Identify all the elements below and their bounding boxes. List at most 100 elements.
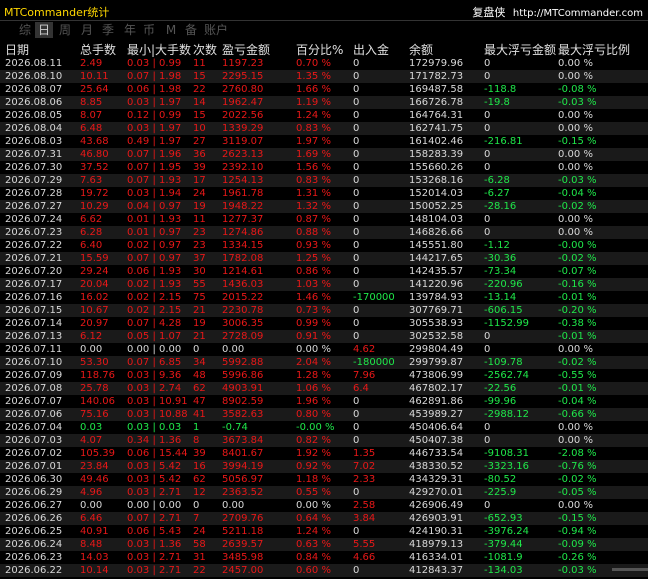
cell-pl: 3673.84	[222, 435, 264, 446]
tab-3[interactable]: 周	[56, 22, 74, 38]
cell-count: 8	[193, 435, 200, 446]
table-row[interactable]: 2026.07.02 105.39 0.06 | 15.44 39 8401.67 1.9…	[0, 447, 648, 460]
table-row[interactable]: 2026.06.22 10.14 0.03 | 2.71 22 2457.00 0.60 …	[0, 564, 648, 577]
cell-pl: 8401.67	[222, 448, 264, 459]
table-row[interactable]: 2026.07.30 37.52 0.07 | 1.95 39 2392.10 1.56 …	[0, 161, 648, 174]
table-row[interactable]: 2026.07.04 0.03 0.03 | 0.03 1 -0.74 -0.00 % 0 4…	[0, 421, 648, 434]
tab-2[interactable]: 日	[35, 22, 53, 38]
table-row[interactable]: 2026.07.15 10.67 0.02 | 2.15 21 2230.78 0.73 …	[0, 304, 648, 317]
cell-date: 2026.07.03	[5, 435, 63, 446]
column-header-10[interactable]: 最大浮亏比例	[558, 41, 630, 58]
cell-pl: 5992.88	[222, 357, 264, 368]
tab-4[interactable]: 月	[78, 22, 96, 38]
cell-pct: 0.91 %	[296, 331, 331, 342]
table-row[interactable]: 2026.08.05 8.07 0.12 | 0.99 15 2022.56 1.24 %…	[0, 109, 648, 122]
cell-minmax: 0.12 | 0.99	[127, 110, 182, 121]
column-header-4[interactable]: 次数	[193, 41, 217, 58]
cell-pct: 0.84 %	[296, 552, 331, 563]
cell-pl: 2295.15	[222, 71, 264, 82]
cell-minmax: 0.07 | 2.71	[127, 513, 182, 524]
cell-minmax: 0.49 | 1.97	[127, 136, 182, 147]
tab-10[interactable]: 账户	[203, 22, 229, 38]
cell-date: 2026.06.26	[5, 513, 63, 524]
tab-6[interactable]: 年	[121, 22, 139, 38]
cell-date: 2026.07.24	[5, 214, 63, 225]
cell-mfe: -99.96	[484, 396, 517, 407]
tab-1[interactable]: 综	[16, 22, 34, 38]
site-link[interactable]: http://MTCommander.com	[513, 8, 643, 19]
table-row[interactable]: 2026.08.07 25.64 0.06 | 1.98 22 2760.80 1.66 …	[0, 83, 648, 96]
cell-mfe: -652.93	[484, 513, 523, 524]
table-row[interactable]: 2026.07.09 118.76 0.03 | 9.36 48 5996.86 1.28…	[0, 369, 648, 382]
table-row[interactable]: 2026.08.04 6.48 0.03 | 1.97 10 1339.29 0.83 %…	[0, 122, 648, 135]
cell-date: 2026.07.17	[5, 279, 63, 290]
cell-count: 48	[193, 370, 206, 381]
cell-mfr: 0.00 %	[558, 110, 593, 121]
table-row[interactable]: 2026.07.31 46.80 0.07 | 1.96 36 2623.13 1.69 …	[0, 148, 648, 161]
tab-9[interactable]: 备	[182, 22, 200, 38]
column-header-5[interactable]: 盈亏金额	[222, 41, 270, 58]
table-row[interactable]: 2026.06.26 6.46 0.07 | 2.71 7 2709.76 0.64 % 3…	[0, 512, 648, 525]
cell-lots: 4.07	[80, 435, 103, 446]
cell-pct: 1.97 %	[296, 136, 331, 147]
cell-count: 23	[193, 240, 206, 251]
cell-count: 1	[193, 422, 200, 433]
cell-pct: 1.03 %	[296, 279, 331, 290]
table-row[interactable]: 2026.08.10 10.11 0.07 | 1.98 15 2295.15 1.35 …	[0, 70, 648, 83]
tab-8[interactable]: M	[162, 22, 180, 38]
cell-lots: 6.62	[80, 214, 103, 225]
table-row[interactable]: 2026.06.30 49.46 0.03 | 5.42 62 5056.97 1.18 …	[0, 473, 648, 486]
table-row[interactable]: 2026.07.29 7.63 0.07 | 1.93 17 1254.13 0.83 %…	[0, 174, 648, 187]
table-row[interactable]: 2026.07.03 4.07 0.34 | 1.36 8 3673.84 0.82 % 0…	[0, 434, 648, 447]
cell-pct: 0.00 %	[296, 344, 331, 355]
table-row[interactable]: 2026.08.11 2.49 0.03 | 0.99 11 1197.23 0.70 %…	[0, 57, 648, 70]
table-row[interactable]: 2026.07.01 23.84 0.03 | 5.42 16 3994.19 0.92 …	[0, 460, 648, 473]
tab-7[interactable]: 币	[140, 22, 158, 38]
table-row[interactable]: 2026.06.24 8.48 0.03 | 1.36 58 2639.57 0.63 %…	[0, 538, 648, 551]
table-row[interactable]: 2026.07.20 29.24 0.06 | 1.93 30 1214.61 0.86 …	[0, 265, 648, 278]
column-header-7[interactable]: 出入金	[353, 41, 389, 58]
tab-5[interactable]: 季	[99, 22, 117, 38]
cell-count: 21	[193, 331, 206, 342]
table-row[interactable]: 2026.07.16 16.02 0.02 | 2.15 75 2015.22 1.46 …	[0, 291, 648, 304]
table-row[interactable]: 2026.08.03 43.68 0.49 | 1.97 27 3119.07 1.97 …	[0, 135, 648, 148]
cell-lots: 7.63	[80, 175, 103, 186]
column-header-6[interactable]: 百分比%	[296, 41, 343, 58]
table-row[interactable]: 2026.07.14 20.97 0.07 | 4.28 19 3006.35 0.99 …	[0, 317, 648, 330]
cell-pct: 0.92 %	[296, 461, 331, 472]
cell-pct: 0.87 %	[296, 214, 331, 225]
scrollbar-thumb[interactable]	[612, 568, 648, 571]
table-row[interactable]: 2026.06.23 14.03 0.03 | 2.71 31 3485.98 0.84 …	[0, 551, 648, 564]
table-row[interactable]: 2026.07.10 53.30 0.07 | 6.85 34 5992.88 2.04 …	[0, 356, 648, 369]
table-row[interactable]: 2026.07.07 140.06 0.03 | 10.91 47 8902.59 1.9…	[0, 395, 648, 408]
cell-mfe: 0	[484, 214, 491, 225]
cell-pl: 2728.09	[222, 331, 264, 342]
sync-label[interactable]: 复盘侠	[472, 6, 505, 19]
column-header-8[interactable]: 余额	[409, 41, 433, 58]
cell-mfe: -225.9	[484, 487, 517, 498]
table-row[interactable]: 2026.07.24 6.62 0.01 | 1.93 11 1277.37 0.87 %…	[0, 213, 648, 226]
table-row[interactable]: 2026.07.06 75.16 0.03 | 10.88 41 3582.63 0.80…	[0, 408, 648, 421]
table-row[interactable]: 2026.07.22 6.40 0.02 | 0.97 23 1334.15 0.93 %…	[0, 239, 648, 252]
cell-minmax: 0.03 | 2.74	[127, 383, 182, 394]
table-row[interactable]: 2026.08.06 8.85 0.03 | 1.97 14 1962.47 1.19 %…	[0, 96, 648, 109]
table-row[interactable]: 2026.07.27 10.29 0.04 | 0.97 19 1948.22 1.32 …	[0, 200, 648, 213]
column-header-9[interactable]: 最大浮亏金额	[484, 41, 556, 58]
table-row[interactable]: 2026.07.13 6.12 0.05 | 1.07 21 2728.09 0.91 %…	[0, 330, 648, 343]
column-header-3[interactable]: 最小|大手数	[127, 41, 191, 58]
table-row[interactable]: 2026.07.23 6.28 0.01 | 0.97 23 1274.86 0.88 %…	[0, 226, 648, 239]
column-header-1[interactable]: 日期	[5, 41, 29, 58]
cell-lots: 20.04	[80, 279, 109, 290]
table-row[interactable]: 2026.06.25 40.91 0.06 | 5.43 24 5211.18 1.24 …	[0, 525, 648, 538]
column-header-2[interactable]: 总手数	[80, 41, 116, 58]
table-row[interactable]: 2026.07.28 19.72 0.03 | 1.94 24 1961.78 1.31 …	[0, 187, 648, 200]
table-row[interactable]: 2026.06.29 4.96 0.03 | 2.71 12 2363.52 0.55 %…	[0, 486, 648, 499]
cell-pct: 0.83 %	[296, 175, 331, 186]
cell-dep: 0	[353, 526, 360, 537]
table-row[interactable]: 2026.07.21 15.59 0.07 | 0.97 37 1782.08 1.25 …	[0, 252, 648, 265]
table-row[interactable]: 2026.07.17 20.04 0.02 | 1.93 55 1436.03 1.03 …	[0, 278, 648, 291]
table-row[interactable]: 2026.06.27 0.00 0.00 | 0.00 0 0.00 0.00 % 2.58…	[0, 499, 648, 512]
table-row[interactable]: 2026.07.11 0.00 0.00 | 0.00 0 0.00 0.00 % 4.62…	[0, 343, 648, 356]
table-row[interactable]: 2026.07.08 25.78 0.03 | 2.74 62 4903.91 1.06 …	[0, 382, 648, 395]
cell-pct: 1.06 %	[296, 383, 331, 394]
